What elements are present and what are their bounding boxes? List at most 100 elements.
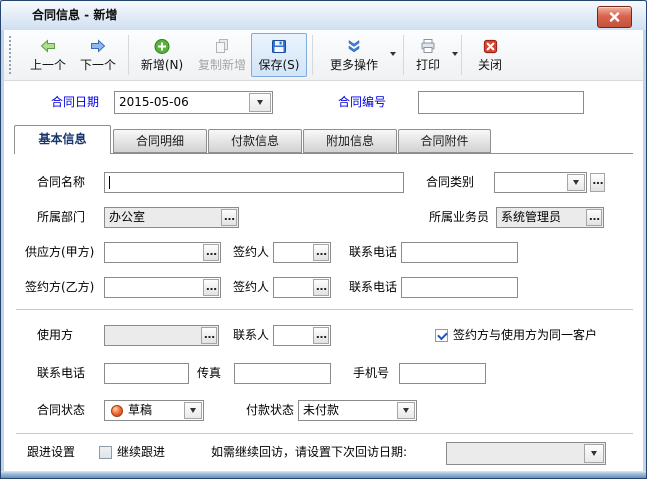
close-x-icon	[609, 12, 620, 22]
contract-status-dropdown-button[interactable]	[184, 402, 202, 419]
window-frame-bottom	[1, 471, 646, 478]
tab-additional-info[interactable]: 附加信息	[303, 129, 397, 153]
supplier-signer-label: 签约人	[233, 242, 269, 263]
party-b-input[interactable]: …	[104, 277, 221, 298]
tab-payment-info[interactable]: 付款信息	[208, 129, 302, 153]
user-party-picker-button[interactable]: …	[201, 327, 217, 344]
supplier-picker-button[interactable]: …	[203, 244, 219, 261]
save-button[interactable]: 保存(S)	[251, 33, 307, 77]
user-contact-picker-button[interactable]: …	[313, 327, 329, 344]
printer-icon	[419, 36, 437, 56]
user-party-label: 使用方	[37, 325, 73, 346]
fax-input[interactable]	[234, 363, 331, 384]
supplier-input[interactable]: …	[104, 242, 221, 263]
payment-status-value: 未付款	[303, 402, 339, 419]
party-b-phone-input[interactable]	[401, 277, 518, 298]
next-visit-date-dropdown-button[interactable]	[584, 444, 604, 463]
close-red-icon	[482, 36, 499, 56]
mobile-input[interactable]	[399, 363, 486, 384]
contract-number-label: 合同编号	[338, 92, 398, 113]
toolbar-separator	[128, 35, 129, 75]
arrow-right-icon	[89, 36, 107, 56]
payment-status-label: 付款状态	[246, 400, 294, 421]
chevron-down-icon	[190, 408, 196, 413]
party-b-signer-label: 签约人	[233, 277, 269, 298]
tab-attachments[interactable]: 合同附件	[398, 129, 491, 153]
floppy-disk-icon	[270, 36, 288, 56]
chevron-down-icon	[573, 180, 579, 185]
contract-category-picker-button[interactable]: …	[590, 173, 605, 192]
payment-status-combobox[interactable]: 未付款	[298, 400, 417, 421]
section-divider	[16, 309, 633, 310]
window-close-button[interactable]	[597, 6, 632, 28]
copy-icon	[213, 36, 231, 56]
next-visit-date-combobox[interactable]	[446, 442, 606, 465]
contract-dialog-window: 合同信息 - 新增 上一个 下一个 新增(N)	[0, 0, 647, 479]
print-button[interactable]: 打印	[408, 33, 448, 77]
contract-status-value: 草稿	[128, 402, 152, 419]
supplier-phone-label: 联系电话	[349, 242, 397, 263]
department-value: 办公室	[109, 209, 145, 226]
contract-category-dropdown-button[interactable]	[567, 174, 585, 191]
contract-date-dropdown-button[interactable]	[249, 93, 271, 112]
toolbar-separator	[312, 35, 313, 75]
same-customer-checkbox[interactable]	[435, 329, 448, 342]
contract-category-label: 合同类别	[426, 172, 474, 193]
contract-date-combobox[interactable]: 2015-05-06	[114, 91, 273, 114]
copy-new-button[interactable]: 复制新增	[190, 33, 254, 77]
contract-name-input[interactable]	[104, 172, 404, 193]
continue-follow-up-label: 继续跟进	[117, 442, 165, 463]
contact-phone-input[interactable]	[104, 363, 189, 384]
salesperson-value: 系统管理员	[501, 209, 561, 226]
contact-phone-label: 联系电话	[37, 363, 85, 384]
contract-date-label: 合同日期	[41, 92, 99, 113]
user-contact-input[interactable]: …	[273, 325, 331, 346]
more-actions-dropdown-arrow[interactable]	[387, 48, 399, 60]
chevron-down-icon	[403, 408, 409, 413]
user-party-field[interactable]: …	[104, 325, 219, 346]
more-actions-button[interactable]: 更多操作	[323, 33, 385, 77]
contract-status-label: 合同状态	[37, 400, 85, 421]
window-title: 合同信息 - 新增	[32, 1, 117, 30]
tab-basic-info[interactable]: 基本信息	[14, 125, 111, 154]
fax-label: 传真	[197, 363, 221, 384]
status-dot-icon	[111, 405, 123, 417]
next-button[interactable]: 下一个	[72, 33, 124, 77]
chevron-down-icon	[390, 52, 396, 56]
section-divider	[16, 433, 633, 434]
title-bar[interactable]: 合同信息 - 新增	[1, 1, 646, 31]
window-frame-left	[1, 30, 4, 478]
supplier-signer-picker-button[interactable]: …	[313, 244, 329, 261]
salesperson-picker-button[interactable]: …	[586, 209, 602, 226]
chevron-down-icon	[591, 451, 597, 456]
party-b-phone-label: 联系电话	[349, 277, 397, 298]
party-b-picker-button[interactable]: …	[203, 279, 219, 296]
toolbar-grip[interactable]	[9, 36, 11, 74]
continue-follow-up-checkbox[interactable]	[99, 446, 112, 459]
window-frame-right	[643, 30, 646, 478]
department-picker-button[interactable]: …	[221, 209, 237, 226]
supplier-label: 供应方(甲方)	[25, 242, 94, 263]
party-b-signer-input[interactable]: …	[273, 277, 331, 298]
contract-status-combobox[interactable]: 草稿	[104, 400, 204, 421]
department-field[interactable]: 办公室 …	[104, 207, 239, 228]
print-dropdown-arrow[interactable]	[449, 48, 461, 60]
supplier-signer-input[interactable]: …	[273, 242, 331, 263]
new-button[interactable]: 新增(N)	[132, 33, 192, 77]
tab-contract-details[interactable]: 合同明细	[113, 129, 207, 153]
chevron-down-icon	[452, 52, 458, 56]
contract-name-label: 合同名称	[37, 172, 85, 193]
supplier-phone-input[interactable]	[401, 242, 518, 263]
salesperson-field[interactable]: 系统管理员 …	[496, 207, 604, 228]
payment-status-dropdown-button[interactable]	[397, 402, 415, 419]
mobile-label: 手机号	[353, 363, 389, 384]
next-visit-hint-label: 如需继续回访，请设置下次回访日期:	[211, 442, 407, 463]
party-b-label: 签约方(乙方)	[25, 277, 94, 298]
previous-button[interactable]: 上一个	[22, 33, 74, 77]
plus-circle-icon	[153, 36, 171, 56]
party-b-signer-picker-button[interactable]: …	[313, 279, 329, 296]
close-button[interactable]: 关闭	[467, 33, 513, 77]
arrow-left-icon	[39, 36, 57, 56]
contract-category-combobox[interactable]	[494, 172, 587, 193]
contract-number-input[interactable]	[418, 91, 584, 114]
